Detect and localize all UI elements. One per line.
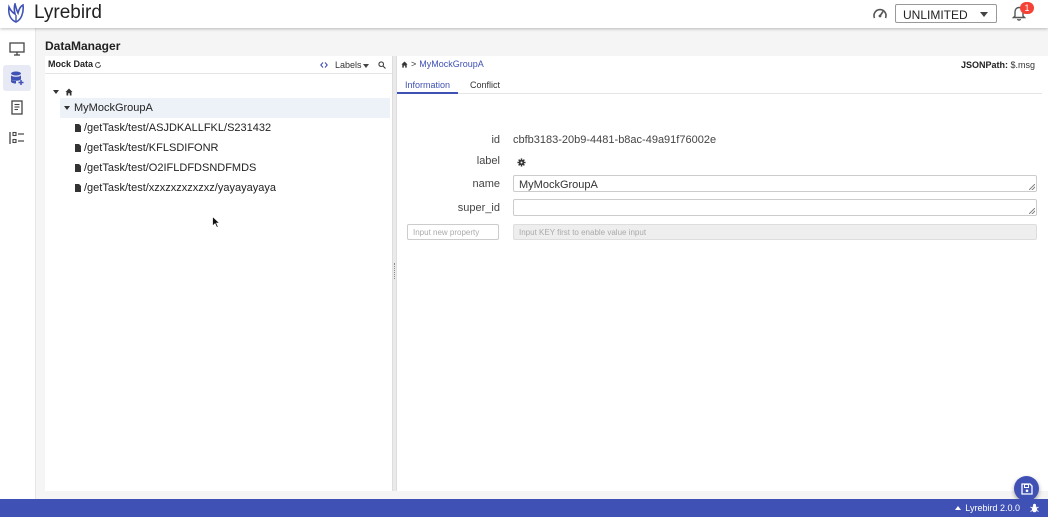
notification-badge: 1 (1020, 2, 1034, 14)
name-field[interactable]: MyMockGroupA (513, 175, 1037, 192)
file-icon (75, 124, 81, 132)
list-icon (9, 131, 24, 144)
file-icon (75, 184, 81, 192)
sidebar-item-inspector[interactable] (3, 36, 31, 62)
chevron-down-icon (980, 12, 988, 17)
super-id-label: super_id (457, 202, 500, 214)
super-id-field[interactable] (513, 199, 1037, 216)
name-label: name (472, 178, 500, 190)
monitor-icon (9, 42, 25, 56)
tree-file-node[interactable]: /getTask/test/xzxzxzxzxzxz/yayayayaya (75, 180, 276, 196)
save-icon (1020, 482, 1033, 495)
breadcrumb: > MyMockGroupA (401, 59, 484, 69)
tree-file-node[interactable]: /getTask/test/ASJDKALLFKL/S231432 (75, 120, 271, 136)
tree-file-node[interactable]: /getTask/test/O2IFLDFDSNDFMDS (75, 160, 256, 176)
mock-data-title: Mock Data (48, 59, 94, 69)
detail-tabs: Information Conflict (397, 74, 1042, 94)
refresh-icon[interactable] (94, 61, 102, 69)
page-title: DataManager (45, 39, 121, 53)
chevron-up-icon (955, 506, 962, 510)
caret-down-icon[interactable] (64, 106, 70, 110)
lyrebird-logo-icon (8, 3, 24, 23)
code-icon[interactable] (320, 61, 328, 69)
top-app-bar: Lyrebird UNLIMITED 1 (0, 0, 1048, 28)
bug-icon[interactable] (1030, 503, 1039, 513)
sidebar-item-checker[interactable] (3, 95, 31, 121)
breadcrumb-separator: > (411, 59, 417, 69)
mock-data-header: Mock Data Labels (45, 56, 392, 74)
app-title: Lyrebird (34, 2, 102, 23)
mode-select-value: UNLIMITED (903, 8, 968, 22)
tab-conflict[interactable]: Conflict (458, 74, 512, 94)
sidebar-item-datamanager[interactable] (3, 65, 31, 91)
tree-file-label: /getTask/test/O2IFLDFDSNDFMDS (84, 162, 257, 174)
tree-file-node[interactable]: /getTask/test/KFLSDIFONR (75, 140, 218, 156)
caret-down-icon[interactable] (53, 90, 59, 94)
sidebar (0, 28, 36, 499)
search-icon[interactable] (378, 61, 386, 69)
labels-filter[interactable]: Labels (335, 60, 362, 70)
tree-file-label: /getTask/test/ASJDKALLFKL/S231432 (84, 122, 272, 134)
chevron-down-icon[interactable] (363, 64, 369, 68)
resize-handle-icon[interactable] (1029, 184, 1035, 190)
home-icon (65, 88, 73, 96)
file-icon (75, 164, 81, 172)
new-property-input[interactable]: Input new property (407, 224, 499, 240)
file-icon (75, 144, 81, 152)
jsonpath-value: $.msg (1010, 60, 1035, 70)
speedometer-icon[interactable] (872, 6, 888, 22)
mock-data-panel: Mock Data Labels MyMockGroupA /getTask/t… (45, 56, 392, 491)
database-add-icon (11, 71, 24, 85)
id-value: cbfb3183-20b9-4481-b8ac-49a91f76002e (513, 134, 717, 146)
tree-root-node[interactable] (53, 86, 73, 98)
tree-group-label: MyMockGroupA (74, 102, 153, 114)
name-field-value: MyMockGroupA (519, 179, 598, 191)
tree-file-label: /getTask/test/KFLSDIFONR (84, 142, 219, 154)
sidebar-item-overview[interactable] (3, 125, 31, 151)
breadcrumb-item[interactable]: MyMockGroupA (419, 59, 484, 69)
new-value-input: Input KEY first to enable value input (513, 224, 1037, 240)
tree-group-node[interactable]: MyMockGroupA (60, 98, 390, 118)
version-label: Lyrebird 2.0.0 (965, 503, 1020, 513)
tab-information[interactable]: Information (397, 74, 458, 94)
status-bar: Lyrebird 2.0.0 (0, 499, 1048, 517)
network-mode-select[interactable]: UNLIMITED (895, 4, 997, 23)
splitter-handle[interactable] (394, 263, 395, 279)
jsonpath-label: JSONPath: (960, 60, 1008, 70)
report-icon (11, 100, 23, 115)
jsonpath-display: JSONPath: $.msg (961, 60, 1035, 70)
main-content: DataManager Mock Data Labels MyMockGroup… (36, 28, 1048, 501)
resize-handle-icon[interactable] (1029, 208, 1035, 214)
tree-file-label: /getTask/test/xzxzxzxzxzxz/yayayayaya (84, 182, 276, 194)
mouse-cursor-icon (212, 216, 221, 228)
gear-icon[interactable] (517, 158, 526, 167)
id-label: id (491, 134, 500, 146)
version-info[interactable]: Lyrebird 2.0.0 (955, 503, 1020, 513)
save-button[interactable] (1014, 476, 1039, 501)
detail-panel: > MyMockGroupA JSONPath: $.msg Informati… (397, 56, 1048, 491)
label-label: label (476, 155, 500, 167)
home-icon[interactable] (401, 60, 408, 68)
